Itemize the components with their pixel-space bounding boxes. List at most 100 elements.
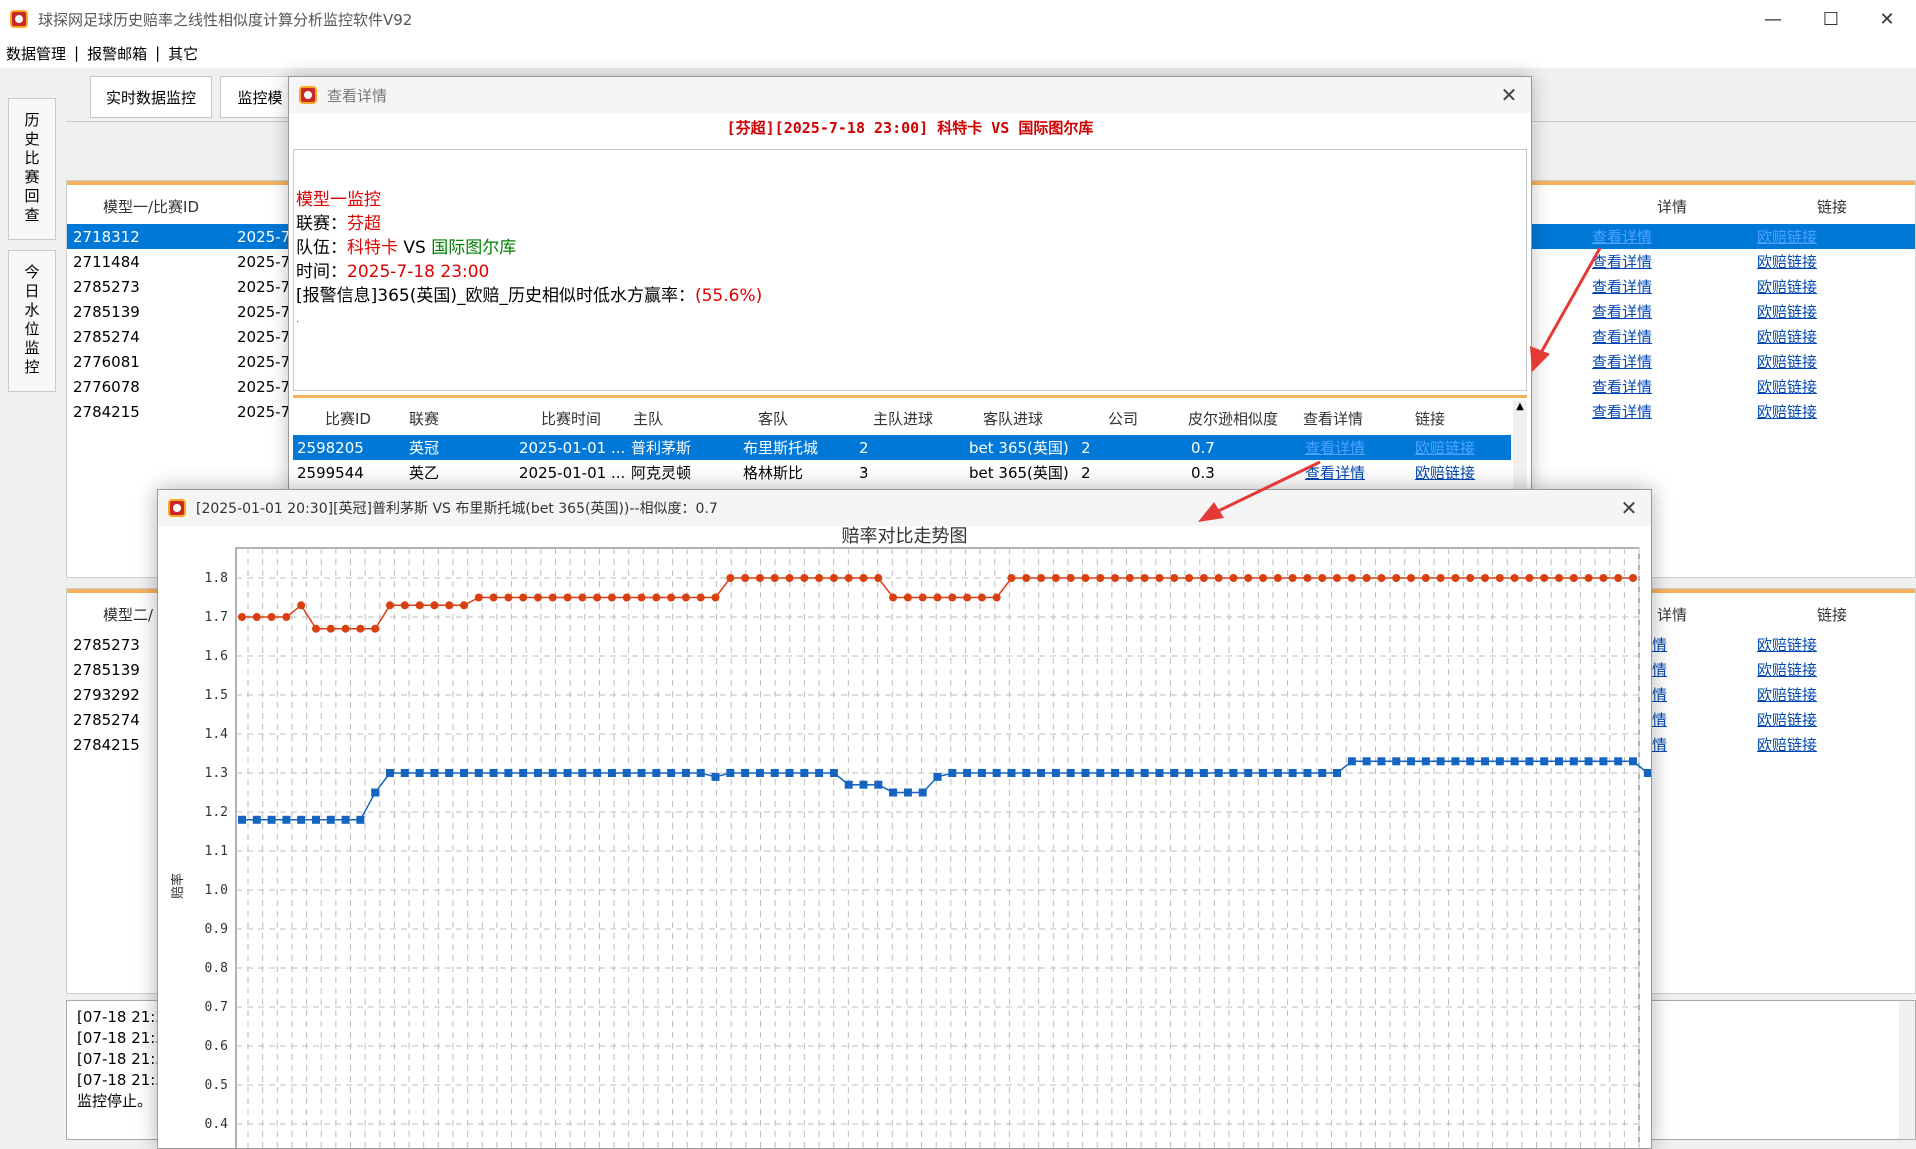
y-tick-label: 1.4 bbox=[205, 727, 229, 742]
away-team: 国际图尔库 bbox=[431, 238, 517, 258]
data-point bbox=[445, 769, 454, 777]
data-point bbox=[607, 593, 616, 602]
data-point bbox=[859, 574, 868, 582]
match-id: 2784215 bbox=[73, 735, 140, 754]
view-detail-link[interactable]: 查看详情 bbox=[1592, 401, 1652, 422]
close-icon[interactable]: ✕ bbox=[1617, 496, 1641, 520]
view-detail-link[interactable]: 情 bbox=[1652, 734, 1667, 755]
view-detail-link[interactable]: 情 bbox=[1652, 659, 1667, 680]
log-scrollbar[interactable] bbox=[1899, 1001, 1915, 1139]
data-point bbox=[918, 593, 927, 602]
tab-realtime-monitor[interactable]: 实时数据监控 bbox=[90, 76, 212, 118]
data-point bbox=[519, 593, 528, 602]
data-point bbox=[282, 815, 291, 824]
menu-data-management[interactable]: 数据管理 bbox=[6, 43, 66, 64]
data-point bbox=[829, 574, 838, 582]
odds-link[interactable]: 欧赔链接 bbox=[1757, 734, 1817, 755]
view-detail-link[interactable]: 查看详情 bbox=[1305, 437, 1365, 458]
similar-hg: 2 bbox=[859, 438, 869, 457]
odds-link[interactable]: 欧赔链接 bbox=[1757, 276, 1817, 297]
detail-dialog-title: 查看详情 bbox=[327, 86, 388, 105]
data-point bbox=[267, 815, 276, 824]
odds-link[interactable]: 欧赔链接 bbox=[1415, 437, 1475, 458]
similar-col-header: 链接 bbox=[1415, 409, 1446, 428]
odds-link[interactable]: 欧赔链接 bbox=[1757, 684, 1817, 705]
match-time: 2025-7-18 23:00 bbox=[347, 262, 490, 282]
maximize-button[interactable]: ☐ bbox=[1802, 0, 1860, 38]
data-point bbox=[252, 613, 261, 621]
odds-link[interactable]: 欧赔链接 bbox=[1757, 709, 1817, 730]
data-point bbox=[326, 624, 335, 633]
minimize-button[interactable]: — bbox=[1744, 0, 1802, 38]
data-point bbox=[1525, 574, 1534, 582]
data-point bbox=[1007, 574, 1016, 582]
data-point bbox=[548, 769, 557, 777]
data-point bbox=[371, 788, 380, 797]
data-point bbox=[844, 574, 853, 582]
data-point bbox=[711, 772, 720, 781]
data-point bbox=[1022, 574, 1031, 582]
odds-link[interactable]: 欧赔链接 bbox=[1757, 301, 1817, 322]
similar-sim: 0.7 bbox=[1191, 438, 1215, 457]
data-point bbox=[1481, 574, 1490, 582]
match-date: 2025-7 bbox=[237, 227, 291, 246]
odds-link[interactable]: 欧赔链接 bbox=[1757, 376, 1817, 397]
view-detail-link[interactable]: 情 bbox=[1652, 709, 1667, 730]
similar-col-header: 公司 bbox=[1108, 409, 1139, 428]
similar-col-header: 查看详情 bbox=[1303, 409, 1364, 428]
odds-link[interactable]: 欧赔链接 bbox=[1415, 462, 1475, 483]
data-point bbox=[400, 601, 409, 610]
data-point bbox=[1362, 757, 1371, 766]
data-point bbox=[815, 769, 824, 777]
odds-link[interactable]: 欧赔链接 bbox=[1757, 351, 1817, 372]
data-point bbox=[1185, 574, 1194, 582]
menu-other[interactable]: 其它 bbox=[168, 43, 198, 64]
col-match-id: 模型一/比赛ID bbox=[103, 197, 200, 216]
odds-link[interactable]: 欧赔链接 bbox=[1757, 659, 1817, 680]
similar-col-header: 主队 bbox=[633, 409, 664, 428]
close-button[interactable]: ✕ bbox=[1858, 0, 1916, 38]
odds-link[interactable]: 欧赔链接 bbox=[1757, 401, 1817, 422]
y-tick-label: 0.4 bbox=[205, 1117, 229, 1132]
data-point bbox=[874, 780, 883, 789]
data-point bbox=[1140, 769, 1149, 777]
menu-alert-email[interactable]: 报警邮箱 bbox=[87, 43, 147, 64]
similar-table-header: 比赛ID 联赛 比赛时间 主队 客队 主队进球 客队进球 公司 皮尔逊相似度 查看详情 链接 bbox=[293, 405, 1527, 431]
match-date: 2025-7 bbox=[237, 327, 291, 346]
scroll-up-icon[interactable]: ▲ bbox=[1513, 401, 1527, 497]
odds-link[interactable]: 欧赔链接 bbox=[1757, 226, 1817, 247]
y-tick-label: 1.6 bbox=[205, 649, 228, 664]
similar-id: 2598205 bbox=[297, 438, 364, 457]
similar-league: 英冠 bbox=[409, 439, 440, 457]
data-point bbox=[652, 769, 661, 777]
panel-accent-bar bbox=[293, 395, 1527, 398]
data-point bbox=[741, 769, 750, 777]
data-point bbox=[785, 574, 794, 582]
chart-title: 赔率对比走势图 bbox=[842, 526, 968, 547]
data-point bbox=[252, 815, 261, 824]
similar-col-header: 主队进球 bbox=[873, 409, 934, 428]
side-tab-today-odds-monitor[interactable]: 今日水位监控 bbox=[8, 250, 56, 392]
match-date: 2025-7 bbox=[237, 252, 291, 271]
data-point bbox=[800, 574, 809, 582]
data-point bbox=[445, 601, 454, 610]
odds-link[interactable]: 欧赔链接 bbox=[1757, 251, 1817, 272]
odds-link[interactable]: 欧赔链接 bbox=[1757, 326, 1817, 347]
odds-link[interactable]: 欧赔链接 bbox=[1757, 634, 1817, 655]
view-detail-link[interactable]: 情 bbox=[1652, 634, 1667, 655]
data-point bbox=[311, 815, 320, 824]
side-tab-history-review[interactable]: 历史比赛回查 bbox=[8, 98, 56, 240]
data-point bbox=[1288, 769, 1297, 777]
match-date: 2025-7 bbox=[237, 352, 291, 371]
view-detail-link[interactable]: 情 bbox=[1652, 684, 1667, 705]
data-point bbox=[1569, 757, 1578, 766]
close-icon[interactable]: ✕ bbox=[1497, 83, 1521, 107]
data-point bbox=[1303, 769, 1312, 777]
data-point bbox=[459, 769, 468, 777]
model-label: 模型一监控 bbox=[296, 190, 381, 210]
data-point bbox=[607, 769, 616, 777]
data-point bbox=[1392, 574, 1401, 582]
data-point bbox=[1288, 574, 1297, 582]
data-point bbox=[1185, 769, 1194, 777]
home-team: 科特卡 bbox=[347, 238, 398, 258]
